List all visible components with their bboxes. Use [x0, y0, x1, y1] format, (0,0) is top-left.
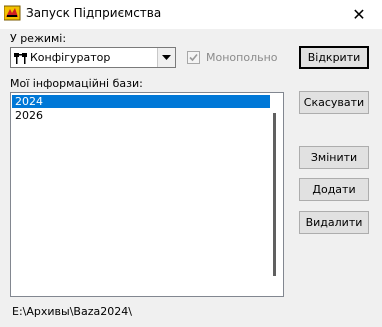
mode-select[interactable]: Конфігуратор — [10, 47, 176, 68]
open-button[interactable]: Відкрити — [299, 46, 369, 69]
infobase-list[interactable]: 2024 2026 — [10, 92, 284, 297]
window-title: Запуск Підприємства — [26, 6, 162, 20]
list-scrollbar[interactable] — [266, 93, 283, 296]
chevron-down-icon[interactable] — [157, 48, 175, 67]
cancel-button[interactable]: Скасувати — [299, 91, 369, 114]
list-item[interactable]: 2024 — [12, 95, 270, 108]
launcher-window: Запуск Підприємства ✕ У режимі: Конфігур… — [0, 0, 382, 327]
add-button[interactable]: Додати — [299, 178, 369, 201]
monopoly-checkbox[interactable] — [187, 51, 200, 64]
close-icon[interactable]: ✕ — [336, 0, 382, 29]
checkmark-icon — [189, 53, 198, 62]
bases-label: Мої інформаційні бази: — [10, 77, 143, 90]
mode-label: У режимі: — [10, 32, 67, 45]
configurator-icon — [13, 51, 29, 65]
scrollbar-thumb[interactable] — [273, 113, 276, 276]
delete-button[interactable]: Видалити — [299, 211, 369, 234]
mode-select-value: Конфігуратор — [30, 51, 111, 64]
infobase-path: E:\Архивы\Baza2024\ — [12, 305, 132, 318]
title-bar: Запуск Підприємства ✕ — [0, 0, 382, 29]
list-item[interactable]: 2026 — [12, 109, 43, 122]
1c-enterprise-icon — [3, 5, 21, 21]
edit-button[interactable]: Змінити — [299, 146, 369, 169]
monopoly-label: Монопольно — [206, 51, 278, 64]
